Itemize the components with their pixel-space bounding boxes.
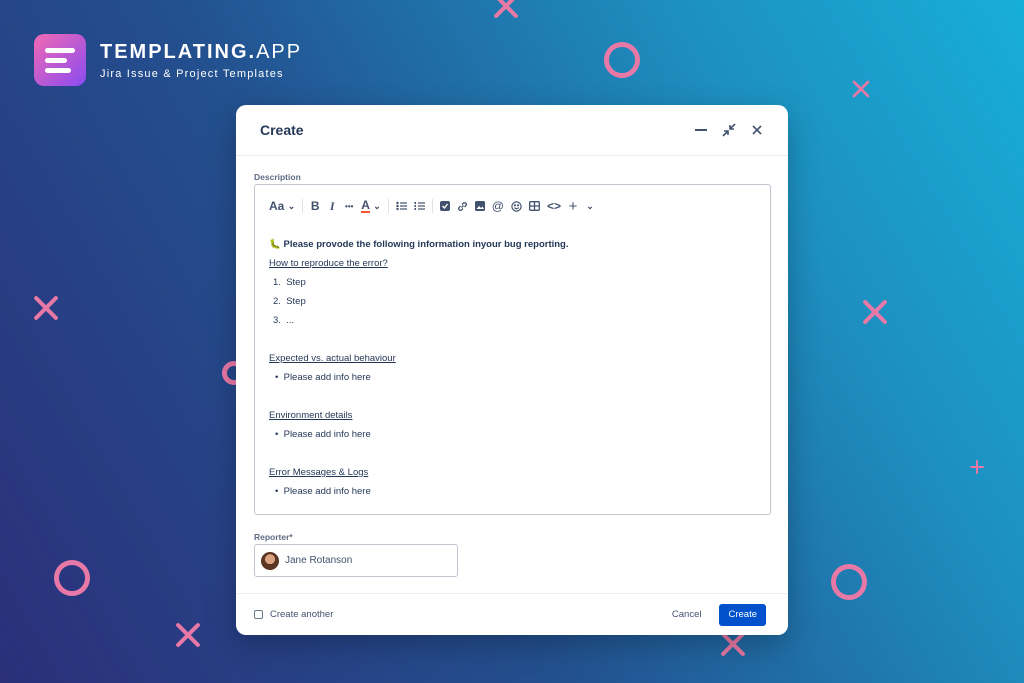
reporter-field[interactable]: Jane Rotanson bbox=[254, 544, 458, 577]
text-color-icon: A bbox=[361, 198, 370, 213]
numbered-list-icon[interactable] bbox=[414, 198, 425, 214]
create-another-label: Create another bbox=[270, 609, 334, 620]
avatar bbox=[261, 551, 279, 570]
link-icon[interactable] bbox=[457, 198, 468, 214]
section-heading: Environment details bbox=[269, 410, 353, 421]
chevron-down-icon: ⌄ bbox=[287, 200, 296, 211]
bullet-list-icon[interactable] bbox=[396, 198, 407, 214]
image-icon[interactable] bbox=[474, 198, 485, 214]
brand-name: TEMPLATING.APP bbox=[100, 41, 302, 64]
reporter-label: Reporter* bbox=[254, 532, 293, 542]
toolbar-divider bbox=[431, 199, 433, 213]
decorative-cross bbox=[32, 294, 60, 322]
list-item: • Please add info here bbox=[275, 372, 371, 383]
decorative-ring bbox=[831, 564, 867, 600]
chevron-down-icon: ⌄ bbox=[373, 200, 381, 211]
bug-icon: 🐛 bbox=[269, 239, 281, 250]
table-icon[interactable] bbox=[529, 198, 540, 214]
list-item: 1. Step bbox=[273, 277, 306, 288]
description-editor[interactable]: Aa ⌄ B I ••• A ⌄ @ <> + ⌄ 🐛 Please provo… bbox=[254, 184, 771, 515]
brand: TEMPLATING.APP Jira Issue & Project Temp… bbox=[34, 34, 302, 86]
decorative-cross bbox=[492, 0, 520, 20]
section-heading: How to reproduce the error? bbox=[269, 258, 388, 269]
brand-subtitle: Jira Issue & Project Templates bbox=[100, 67, 284, 80]
intro-text: Please provode the following information… bbox=[283, 239, 569, 250]
description-label: Description bbox=[254, 172, 301, 182]
modal-footer: Create another Cancel Create bbox=[236, 593, 788, 635]
italic-button[interactable]: I bbox=[327, 198, 337, 214]
create-issue-modal: Create Description Aa ⌄ B I ••• A ⌄ @ <>… bbox=[236, 105, 788, 635]
minimize-icon[interactable] bbox=[694, 123, 708, 137]
brand-name-light: APP bbox=[256, 40, 303, 63]
decorative-ring bbox=[604, 42, 640, 78]
insert-plus-icon[interactable]: + bbox=[568, 198, 578, 215]
bullet-text: Please add info here bbox=[283, 486, 371, 497]
collapse-icon[interactable] bbox=[722, 123, 736, 137]
list-item: • Please add info here bbox=[275, 486, 371, 497]
list-item: 3. ... bbox=[273, 315, 295, 326]
step-text: Step bbox=[286, 296, 306, 307]
brand-name-bold: TEMPLATING. bbox=[100, 40, 257, 63]
emoji-icon[interactable] bbox=[511, 198, 522, 214]
bullet-text: Please add info here bbox=[283, 429, 371, 440]
templating-logo-icon bbox=[34, 34, 86, 86]
intro-line: 🐛 Please provode the following informati… bbox=[269, 235, 770, 254]
modal-title: Create bbox=[260, 122, 304, 138]
brand-text: TEMPLATING.APP Jira Issue & Project Temp… bbox=[100, 41, 302, 80]
cancel-button[interactable]: Cancel bbox=[672, 609, 702, 620]
toolbar-divider bbox=[387, 199, 389, 213]
create-button[interactable]: Create bbox=[719, 603, 766, 626]
bullet-text: Please add info here bbox=[283, 372, 371, 383]
more-formatting-button[interactable]: ••• bbox=[344, 198, 354, 214]
text-color-button[interactable]: A ⌄ bbox=[361, 198, 381, 214]
decorative-cross bbox=[861, 298, 889, 326]
decorative-ring bbox=[54, 560, 90, 596]
section-heading: Error Messages & Logs bbox=[269, 467, 369, 478]
reporter-name: Jane Rotanson bbox=[285, 555, 353, 566]
header-actions bbox=[694, 123, 764, 137]
decorative-cross bbox=[851, 79, 871, 99]
text-style-button[interactable]: Aa ⌄ bbox=[269, 198, 295, 214]
checkbox-icon[interactable] bbox=[439, 198, 450, 214]
create-another-checkbox[interactable] bbox=[254, 610, 263, 619]
decorative-plus bbox=[970, 460, 984, 474]
toolbar-divider bbox=[302, 199, 304, 213]
close-icon[interactable] bbox=[750, 123, 764, 137]
section-heading: Expected vs. actual behaviour bbox=[269, 353, 396, 364]
code-icon[interactable]: <> bbox=[547, 198, 561, 214]
editor-toolbar: Aa ⌄ B I ••• A ⌄ @ <> + ⌄ bbox=[255, 185, 770, 227]
step-text: ... bbox=[286, 315, 295, 326]
bold-button[interactable]: B bbox=[310, 198, 320, 214]
list-item: 2. Step bbox=[273, 296, 306, 307]
list-item: • Please add info here bbox=[275, 429, 371, 440]
chevron-down-icon[interactable]: ⌄ bbox=[585, 198, 595, 214]
step-text: Step bbox=[286, 277, 306, 288]
mention-icon[interactable]: @ bbox=[492, 198, 504, 214]
text-style-label: Aa bbox=[269, 199, 285, 213]
decorative-cross bbox=[174, 621, 202, 649]
modal-header: Create bbox=[236, 105, 788, 156]
editor-content[interactable]: 🐛 Please provode the following informati… bbox=[255, 227, 770, 501]
